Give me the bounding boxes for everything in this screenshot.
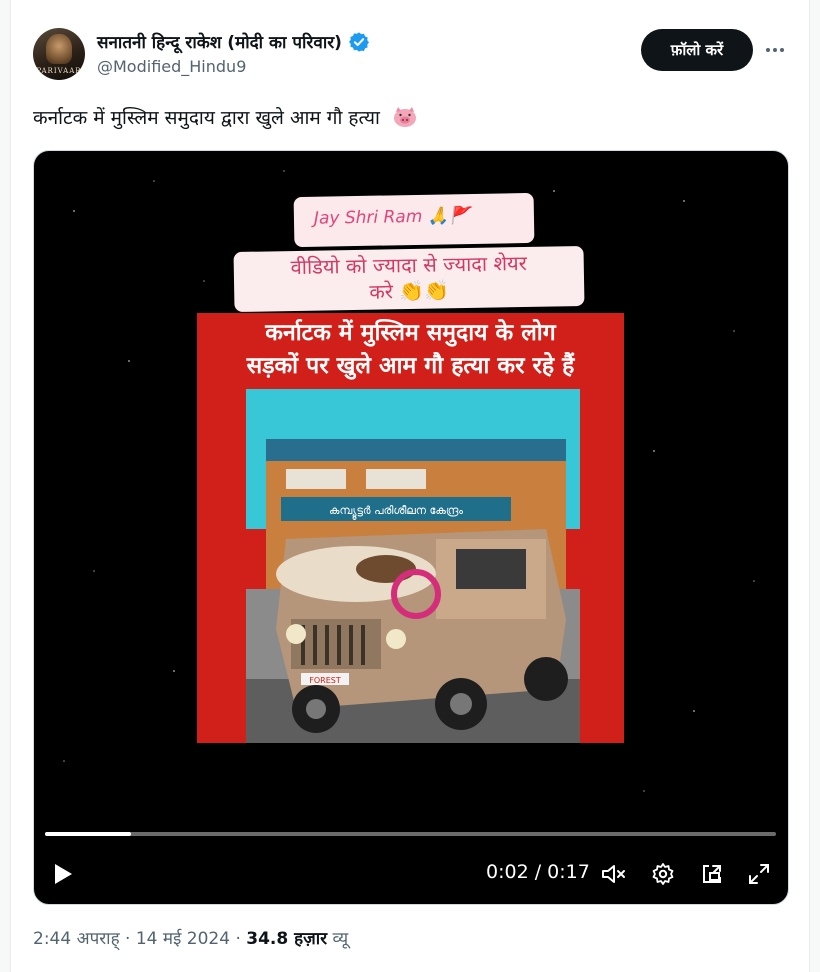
follow-button[interactable]: फ़ॉलो करें	[641, 29, 753, 71]
video-sticker-share-line2: करे 👏👏	[369, 278, 450, 304]
tweet-date[interactable]: 14 मई 2024	[136, 929, 230, 949]
avatar-text: PARIVAAR	[36, 67, 82, 75]
mute-icon[interactable]	[597, 857, 631, 891]
tweet-views-label: व्यू	[332, 929, 349, 949]
avatar-figure	[46, 34, 72, 64]
tweet-text: कर्नाटक में मुस्लिम समुदाय द्वारा खुले आ…	[33, 104, 418, 130]
video-progress-fill	[45, 832, 132, 836]
video-time-display: 0:02 / 0:17	[486, 861, 590, 883]
meta-separator: ·	[235, 929, 247, 949]
play-icon[interactable]	[48, 857, 78, 891]
tweet-meta: 2:44 अपराह् · 14 मई 2024 · 34.8 हज़ार व्…	[33, 926, 348, 949]
settings-icon[interactable]	[646, 857, 680, 891]
plate-text: FOREST	[309, 676, 341, 685]
video-frame: कर्नाटक में मुस्लिम समुदाय के लोग सड़कों…	[197, 313, 624, 743]
tweet-time[interactable]: 2:44 अपराह्	[33, 929, 120, 949]
video-still: കമ്പ്യൂട്ടർ പരിശീലന കേന്ദ്രം FOREST	[246, 389, 580, 743]
video-player[interactable]: कर्नाटक में मुस्लिम समुदाय के लोग सड़कों…	[33, 150, 789, 905]
author-name-row: सनातनी हिन्दू राकेश (मोदी का परिवार)	[97, 30, 370, 53]
meta-separator: ·	[125, 929, 136, 949]
verified-badge-icon[interactable]	[348, 31, 370, 53]
video-frame-caption: कर्नाटक में मुस्लिम समुदाय के लोग सड़कों…	[197, 317, 624, 383]
video-progress-bar[interactable]	[45, 832, 776, 836]
video-frame-line2: सड़कों पर खुले आम गौ हत्या कर रहे हैं	[246, 353, 575, 379]
video-frame-line1: कर्नाटक में मुस्लिम समुदाय के लोग	[265, 320, 556, 346]
tweet-text-body: कर्नाटक में मुस्लिम समुदाय द्वारा खुले आ…	[33, 107, 380, 129]
pig-face-icon	[392, 106, 418, 128]
avatar[interactable]: PARIVAAR	[33, 28, 85, 80]
video-sticker-share: वीडियो को ज्यादा से ज्यादा शेयर करे 👏👏	[233, 245, 585, 313]
author-handle[interactable]: @Modified_Hindu9	[97, 57, 246, 76]
video-sticker-top-text: Jay Shri Ram 🙏🚩	[313, 206, 471, 229]
more-horizontal-icon[interactable]	[763, 36, 787, 64]
author-display-name[interactable]: सनातनी हिन्दू राकेश (मोदी का परिवार)	[97, 30, 342, 53]
tweet-card: PARIVAAR सनातनी हिन्दू राकेश (मोदी का पर…	[10, 0, 810, 972]
tweet-views-count: 34.8 हज़ार	[246, 929, 328, 949]
fullscreen-icon[interactable]	[742, 857, 776, 891]
video-sticker-top: Jay Shri Ram 🙏🚩	[293, 192, 535, 248]
popout-icon[interactable]	[695, 857, 729, 891]
